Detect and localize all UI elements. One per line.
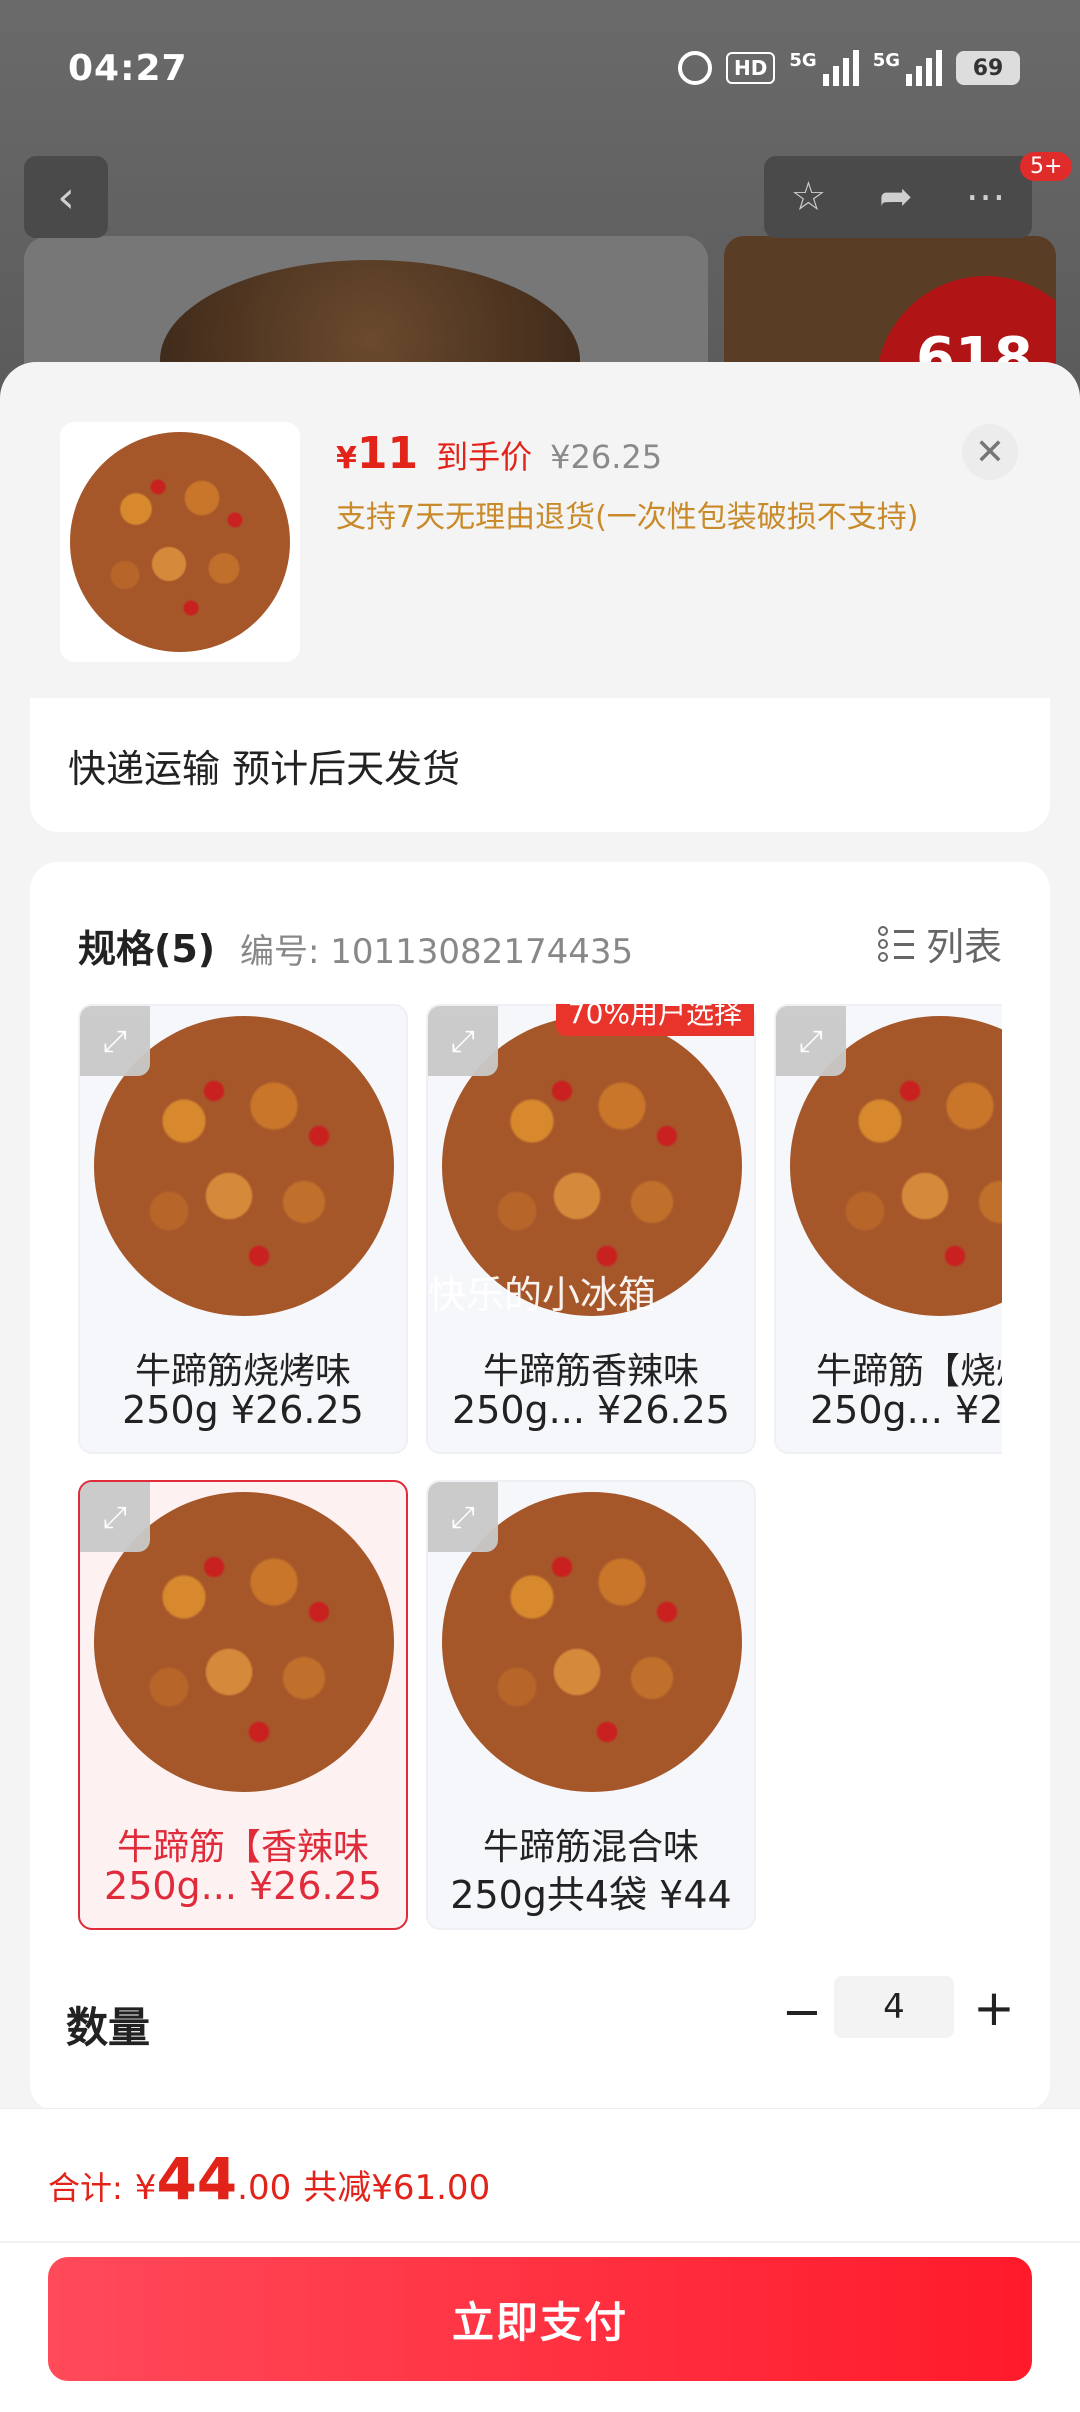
star-icon[interactable]: ☆ — [790, 174, 826, 220]
variant-option[interactable]: ⤢ 牛蹄筋烧烤味 250g ¥26.25 — [78, 1004, 408, 1454]
variant-price: 250g... ¥26.25 — [104, 1864, 382, 1908]
status-icons: HD 5G 5G 69 — [678, 50, 1020, 86]
variant-option[interactable]: 70%用户选择 ⤢ 牛蹄筋香辣味 250g... ¥26.25 — [426, 1004, 756, 1454]
total-currency: ¥ — [134, 2168, 157, 2208]
popular-badge: 70%用户选择 — [555, 1004, 754, 1036]
status-bar: 04:27 HD 5G 5G 69 — [0, 0, 1080, 140]
variant-option[interactable]: ⤢ 牛蹄筋混合味 250g共4袋 ¥44 — [426, 1480, 756, 1930]
top-action-bar: ☆ ➦ ⋯ — [764, 156, 1032, 238]
expand-icon[interactable]: ⤢ — [80, 1006, 150, 1076]
expand-icon[interactable]: ⤢ — [776, 1006, 846, 1076]
variant-price: 250g ¥26.25 — [122, 1388, 364, 1432]
spec-title: 规格(5) — [78, 927, 216, 971]
variant-name: 牛蹄筋【香辣味 — [116, 1827, 369, 1868]
quantity-increase-button[interactable]: + — [964, 1978, 1024, 2038]
sku-sheet: ¥11 到手价 ¥26.25 支持7天无理由退货(一次性包装破损不支持) ✕ 快… — [0, 362, 1080, 2412]
shipping-card: 快递运输 预计后天发货 — [30, 698, 1050, 832]
more-icon[interactable]: ⋯ — [966, 174, 1006, 220]
status-time: 04:27 — [68, 48, 188, 89]
discount-amount: 共减¥61.00 — [303, 2168, 491, 2208]
hd-icon: HD — [726, 52, 776, 84]
variant-option-selected[interactable]: ⤢ 牛蹄筋【香辣味 250g... ¥26.25 — [78, 1480, 408, 1930]
variant-name: 牛蹄筋香辣味 — [482, 1351, 699, 1392]
list-icon — [877, 925, 914, 962]
shipping-text: 快递运输 预计后天发货 — [68, 747, 461, 791]
variant-grid: ⤢ 牛蹄筋烧烤味 250g ¥26.25 70%用户选择 ⤢ 牛蹄筋香辣味 25… — [78, 1004, 1002, 1944]
expand-icon[interactable]: ⤢ — [428, 1006, 498, 1076]
expand-icon[interactable]: ⤢ — [80, 1482, 150, 1552]
watermark: 快乐的小冰箱 — [428, 1273, 657, 1317]
spec-card: 规格(5) 编号: 10113082174435 列表 ⤢ 牛蹄筋烧烤味 250… — [30, 862, 1050, 2112]
variant-price: 250g... ¥26.25 — [452, 1388, 730, 1432]
variant-price: 250g... ¥26 — [810, 1388, 1002, 1432]
product-image — [70, 432, 290, 652]
variant-name: 牛蹄筋混合味 — [482, 1827, 699, 1868]
alarm-icon — [678, 51, 713, 85]
signal-icon: 5G — [789, 50, 859, 86]
spec-code: 编号: 10113082174435 — [240, 932, 634, 972]
signal-icon: 5G — [873, 50, 942, 86]
price-line: ¥11 到手价 ¥26.25 — [336, 428, 662, 479]
variant-name: 牛蹄筋【烧烤 — [816, 1351, 1002, 1392]
close-button[interactable]: ✕ — [962, 424, 1018, 480]
total-label: 合计: — [48, 2169, 123, 2207]
list-view-toggle[interactable]: 列表 — [877, 916, 1002, 971]
battery-icon: 69 — [956, 51, 1020, 85]
chevron-left-icon: ‹ — [57, 171, 75, 223]
back-button[interactable]: ‹ — [24, 156, 108, 238]
quantity-input[interactable]: 4 — [834, 1976, 954, 2038]
variant-option[interactable]: ⤢ 牛蹄筋【烧烤 250g... ¥26 — [774, 1004, 1002, 1454]
divider — [0, 2241, 1080, 2243]
variant-name: 牛蹄筋烧烤味 — [134, 1351, 351, 1392]
expand-icon[interactable]: ⤢ — [428, 1482, 498, 1552]
product-thumbnail[interactable] — [60, 422, 300, 662]
total-amount: 44 — [156, 2145, 238, 2213]
notification-badge: 5+ — [1020, 152, 1073, 181]
quantity-label: 数量 — [66, 2003, 151, 2052]
variant-price: 250g共4袋 ¥44 — [450, 1873, 732, 1917]
original-price: ¥26.25 — [550, 438, 663, 476]
return-policy: 支持7天无理由退货(一次性包装破损不支持) — [336, 500, 919, 535]
pay-now-button[interactable]: 立即支付 — [48, 2257, 1032, 2381]
final-price: ¥11 — [336, 428, 419, 479]
total-line: 合计: ¥ 44 .00 共减¥61.00 — [48, 2145, 490, 2213]
total-decimal: .00 — [237, 2168, 292, 2208]
quantity-decrease-button[interactable]: − — [772, 1982, 832, 2042]
checkout-footer: 合计: ¥ 44 .00 共减¥61.00 立即支付 — [0, 2108, 1080, 2412]
price-tag: 到手价 — [436, 438, 533, 476]
close-icon: ✕ — [974, 431, 1006, 473]
share-icon[interactable]: ➦ — [879, 174, 913, 220]
list-label: 列表 — [925, 925, 1002, 969]
